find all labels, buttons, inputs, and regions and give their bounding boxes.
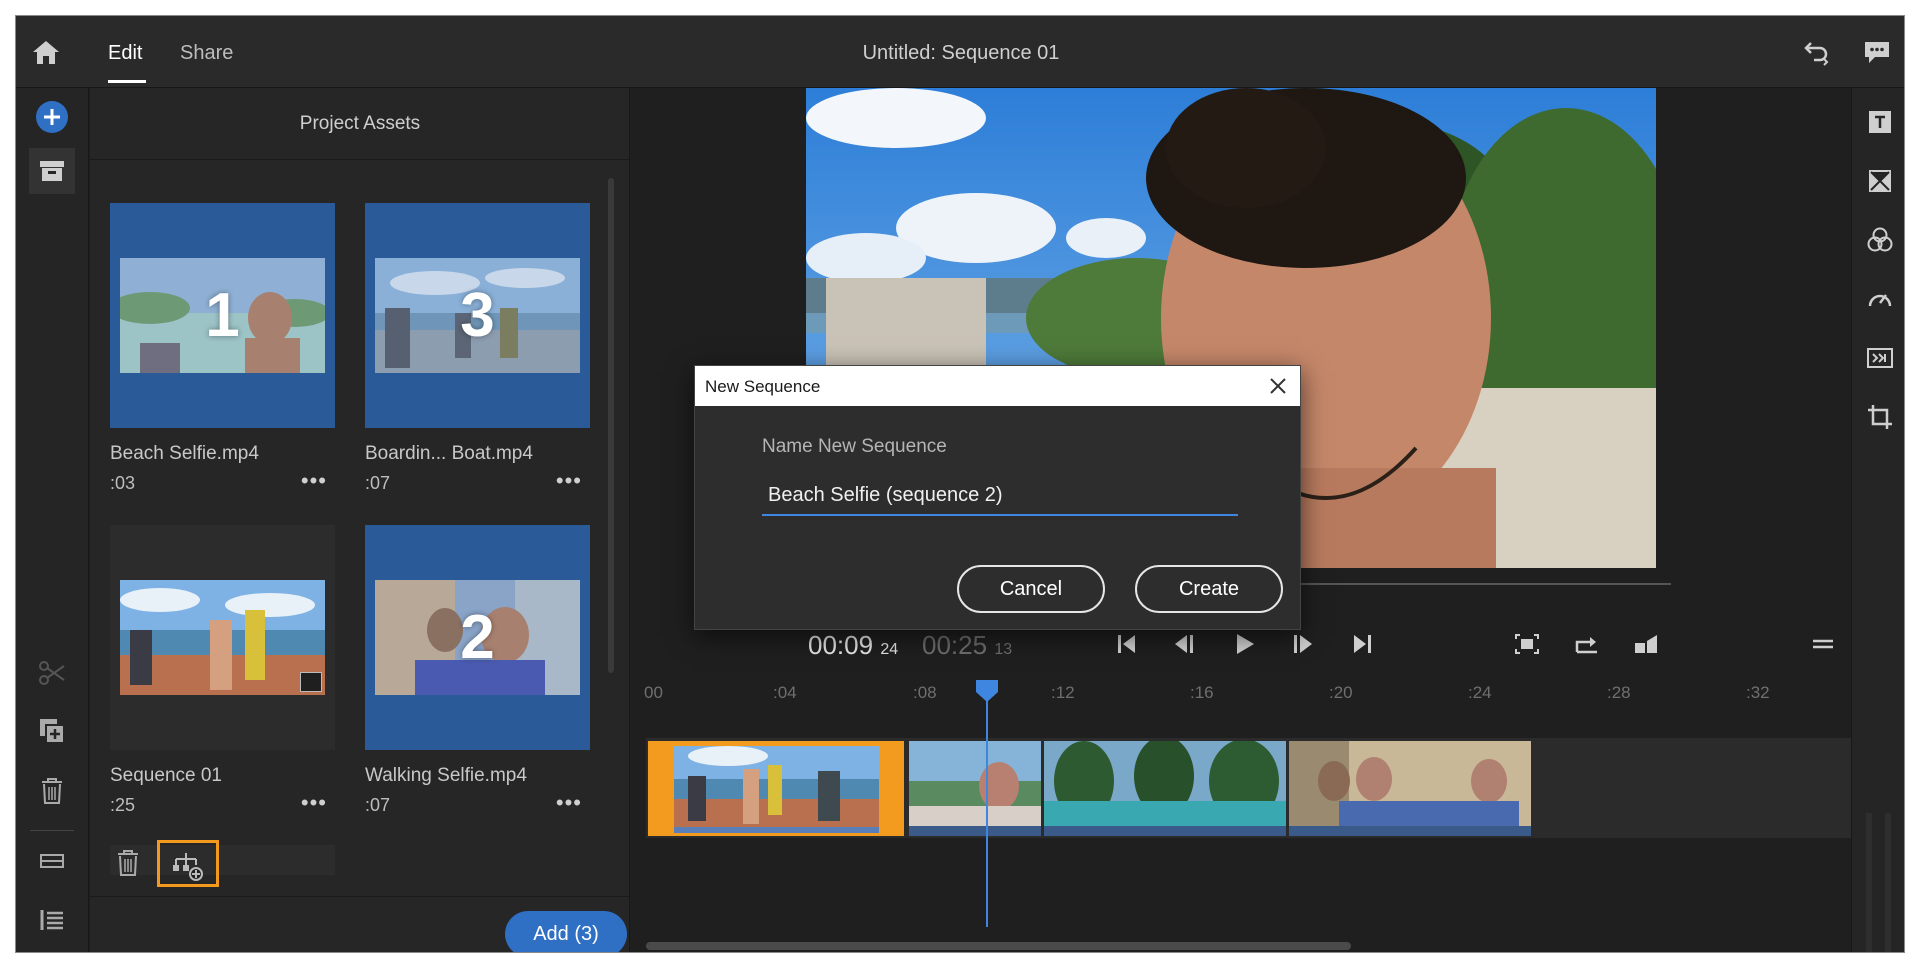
app-window: Edit Share Untitled: Sequence 01 Project… — [15, 15, 1905, 953]
right-toolbar — [1851, 88, 1904, 952]
playhead-line — [986, 692, 988, 927]
asset-name: Beach Selfie.mp4 — [110, 443, 259, 464]
ruler-tick-label: :12 — [1051, 683, 1075, 702]
left-toolbar — [16, 88, 89, 952]
crop-icon[interactable] — [1864, 401, 1896, 433]
new-sequence-icon[interactable] — [170, 850, 206, 882]
asset-thumbnail-image — [120, 580, 325, 695]
close-icon[interactable] — [1266, 374, 1290, 398]
add-media-button[interactable] — [35, 100, 69, 134]
selection-order-number: 1 — [205, 281, 240, 350]
asset-duration: :03 — [110, 473, 136, 493]
ruler-tick-label: :28 — [1607, 683, 1631, 702]
asset-thumbnail-tile[interactable]: 2 — [365, 525, 590, 750]
ruler-tick-label: :04 — [773, 683, 797, 702]
asset-thumbnail-tile[interactable] — [110, 525, 335, 750]
dialog-titlebar: New Sequence — [695, 366, 1300, 406]
ruler-tick-label: :20 — [1329, 683, 1353, 702]
sequence-name-input[interactable] — [762, 476, 1238, 516]
asset-duration: :07 — [365, 795, 391, 815]
more-options-icon[interactable]: ••• — [556, 792, 582, 814]
asset-thumbnail-tile[interactable]: 3 — [365, 203, 590, 428]
new-sequence-dialog: New Sequence Name New Sequence Cancel Cr… — [694, 365, 1301, 630]
timeline-scrollbar[interactable] — [646, 942, 1351, 950]
asset-thumbnail-image: 2 — [375, 580, 580, 695]
timeline-clip[interactable] — [1289, 741, 1531, 836]
document-title: Untitled: Sequence 01 — [862, 42, 1060, 64]
assets-scrollbar[interactable] — [608, 178, 614, 673]
duplicate-icon[interactable] — [35, 714, 69, 748]
track-list-icon[interactable] — [35, 903, 69, 937]
timeline-clip-selected[interactable] — [648, 741, 904, 836]
fit-to-frame-icon[interactable] — [1510, 628, 1544, 660]
current-timecode: 00:09 24 — [808, 630, 898, 661]
selection-order-number: 3 — [460, 281, 495, 350]
asset-duration: :07 — [365, 473, 391, 493]
audio-meter-left — [1866, 813, 1872, 952]
undo-icon[interactable] — [1800, 38, 1832, 66]
feedback-icon[interactable] — [1861, 38, 1893, 66]
current-frames: 24 — [880, 641, 899, 658]
total-frames: 13 — [994, 641, 1013, 658]
audio-icon[interactable] — [1864, 342, 1896, 374]
titles-icon[interactable] — [1864, 106, 1896, 138]
add-to-timeline-button[interactable]: Add (3) — [505, 911, 627, 952]
delete-icon[interactable] — [35, 774, 69, 808]
asset-name: Walking Selfie.mp4 — [365, 765, 527, 786]
sequence-badge-icon — [300, 672, 322, 692]
playback-resolution-icon[interactable] — [1629, 628, 1663, 660]
ruler-tick-label: :16 — [1190, 683, 1214, 702]
asset-name: Sequence 01 — [110, 765, 222, 786]
more-options-icon[interactable]: ••• — [301, 792, 327, 814]
go-to-start-icon[interactable] — [1110, 628, 1144, 660]
go-to-end-icon[interactable] — [1345, 628, 1379, 660]
playhead-handle[interactable] — [975, 679, 999, 703]
more-options-icon[interactable]: ••• — [556, 470, 582, 492]
project-assets-panel: Project Assets 1 Beach Selfie.mp4:03 ••… — [90, 88, 630, 952]
project-assets-icon[interactable] — [29, 148, 75, 194]
rail-divider — [30, 830, 74, 831]
asset-duration: :25 — [110, 795, 136, 815]
current-time: 00:09 — [808, 630, 874, 660]
ruler-tick-label: :24 — [1468, 683, 1492, 702]
audio-meter-right — [1885, 813, 1891, 952]
project-assets-title: Project Assets — [90, 88, 630, 160]
track-options-icon[interactable] — [35, 844, 69, 878]
timeline-clip[interactable] — [909, 741, 1041, 836]
loop-playback-icon[interactable] — [1570, 628, 1604, 660]
play-icon[interactable] — [1227, 628, 1261, 660]
top-bar: Edit Share Untitled: Sequence 01 — [16, 16, 1904, 88]
selection-order-number: 2 — [460, 603, 495, 672]
timeline-clip[interactable] — [1044, 741, 1286, 836]
ruler-tick-label: :32 — [1746, 683, 1770, 702]
cancel-button[interactable]: Cancel — [957, 565, 1105, 613]
dialog-title: New Sequence — [705, 377, 821, 396]
speed-icon[interactable] — [1864, 283, 1896, 315]
ruler-tick-label: :08 — [913, 683, 937, 702]
delete-asset-icon[interactable] — [114, 848, 144, 880]
ruler-tick-label: 00 — [644, 683, 663, 702]
asset-thumbnail-image: 1 — [120, 258, 325, 373]
color-icon[interactable] — [1864, 224, 1896, 256]
asset-thumbnail-image: 3 — [375, 258, 580, 373]
step-forward-icon[interactable] — [1285, 628, 1319, 660]
timeline-menu-icon[interactable] — [1806, 628, 1840, 660]
transitions-icon[interactable] — [1864, 165, 1896, 197]
sequence-name-label: Name New Sequence — [762, 436, 947, 457]
scissors-icon[interactable] — [35, 656, 69, 690]
step-back-icon[interactable] — [1168, 628, 1202, 660]
active-tab-indicator — [108, 80, 146, 83]
monitor-progress — [1266, 583, 1671, 585]
total-time: 00:25 — [922, 630, 988, 660]
asset-thumbnail-tile[interactable]: 1 — [110, 203, 335, 428]
total-timecode: 00:25 13 — [922, 630, 1012, 661]
create-button[interactable]: Create — [1135, 565, 1283, 613]
asset-name: Boardin... Boat.mp4 — [365, 443, 533, 464]
more-options-icon[interactable]: ••• — [301, 470, 327, 492]
